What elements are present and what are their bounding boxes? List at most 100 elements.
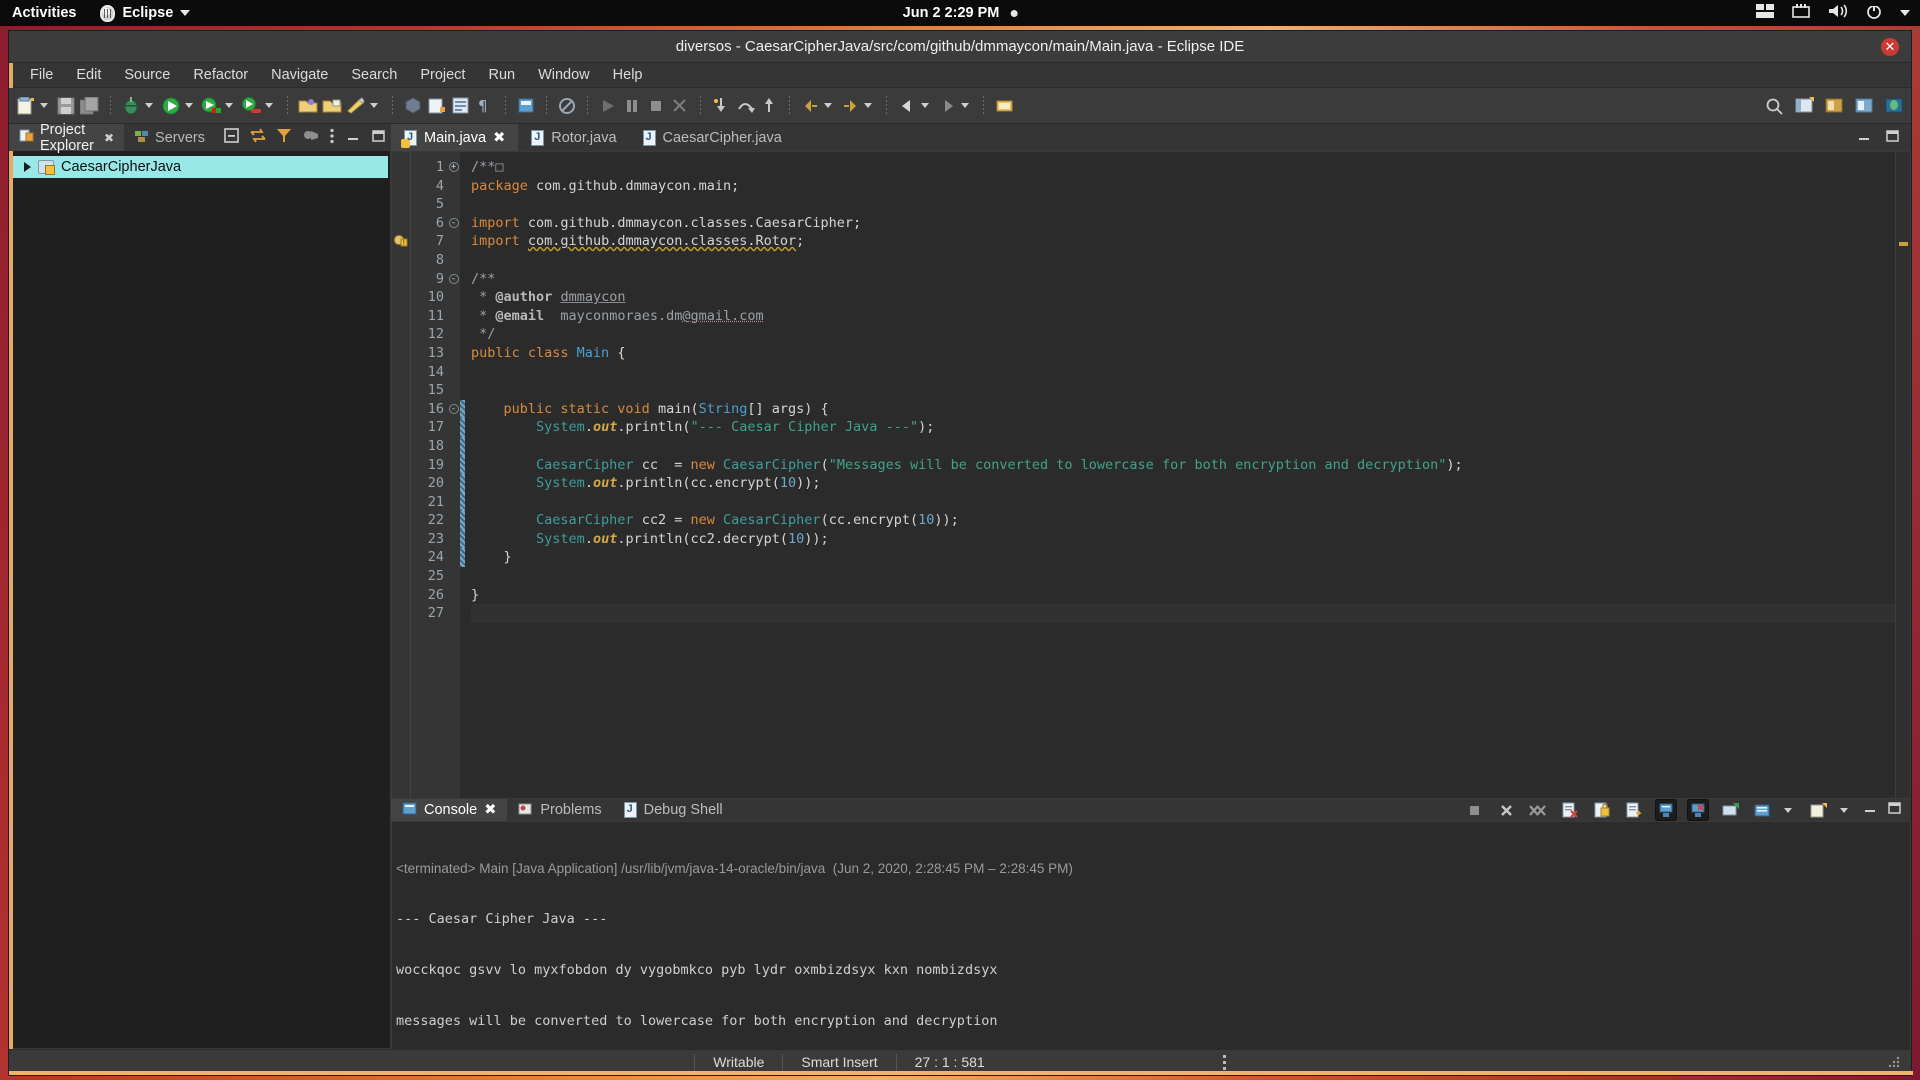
code-line[interactable]: */ — [471, 325, 1895, 344]
open-perspective-icon[interactable] — [1793, 95, 1815, 117]
view-filter-icon[interactable] — [277, 128, 291, 147]
open-console-icon[interactable] — [1807, 799, 1829, 821]
keyboard-layout-icon[interactable] — [1756, 4, 1774, 22]
minimize-icon[interactable] — [1857, 129, 1871, 147]
debug-icon[interactable] — [120, 95, 142, 117]
warning-icon[interactable]: ! — [394, 234, 408, 248]
external-tools-dropdown-icon[interactable] — [265, 103, 273, 108]
suspend-icon[interactable] — [621, 95, 643, 117]
tab-debug-shell[interactable]: Debug Shell — [613, 799, 734, 821]
show-console-on-error-icon[interactable] — [1687, 799, 1709, 821]
warning-marker-icon[interactable] — [1899, 242, 1908, 246]
code-line[interactable]: CaesarCipher cc = new CaesarCipher("Mess… — [471, 456, 1895, 475]
close-icon[interactable]: ✖ — [484, 802, 496, 818]
close-icon[interactable]: ✖ — [104, 131, 114, 145]
open-console-dropdown-icon[interactable] — [1840, 808, 1848, 813]
maximize-icon[interactable] — [371, 129, 385, 147]
external-tools-icon[interactable] — [240, 95, 262, 117]
tab-rotor-java[interactable]: Rotor.java — [518, 124, 629, 151]
new-java-project-icon[interactable] — [402, 95, 424, 117]
skip-breakpoints-icon[interactable] — [345, 95, 367, 117]
word-wrap-icon[interactable] — [1623, 799, 1645, 821]
tab-main-java[interactable]: Main.java ✖ — [391, 124, 518, 151]
fold-collapse-icon[interactable]: - — [447, 214, 460, 233]
coverage-icon[interactable] — [200, 95, 222, 117]
expand-arrow-icon[interactable] — [24, 162, 31, 172]
code-line[interactable]: import com.github.dmmaycon.classes.Caesa… — [471, 214, 1895, 233]
display-selected-console-icon[interactable] — [1751, 799, 1773, 821]
network-wired-icon[interactable] — [1792, 4, 1810, 23]
menu-item-help[interactable]: Help — [602, 64, 654, 86]
maximize-icon[interactable] — [1887, 801, 1901, 819]
menu-item-source[interactable]: Source — [113, 64, 181, 86]
power-icon[interactable] — [1866, 3, 1882, 23]
tab-caesarcipher-java[interactable]: CaesarCipher.java — [630, 124, 795, 151]
back-icon[interactable] — [896, 95, 918, 117]
fold-collapse-icon[interactable]: - — [447, 270, 460, 289]
menu-item-file[interactable]: File — [19, 64, 64, 86]
project-tree[interactable]: CaesarCipherJava — [9, 151, 391, 1049]
coverage-dropdown-icon[interactable] — [225, 103, 233, 108]
code-line[interactable]: System.out.println(cc2.decrypt(10)); — [471, 530, 1895, 549]
menu-item-refactor[interactable]: Refactor — [182, 64, 259, 86]
code-line[interactable]: } — [471, 548, 1895, 567]
collapse-all-icon[interactable] — [224, 128, 239, 147]
volume-icon[interactable] — [1828, 3, 1848, 23]
code-line[interactable] — [471, 493, 1895, 512]
app-menu-button[interactable]: Eclipse — [90, 5, 200, 22]
resume-icon[interactable] — [597, 95, 619, 117]
java-perspective-icon[interactable] — [1823, 95, 1845, 117]
fold-expand-icon[interactable]: + — [447, 158, 460, 177]
forward-dropdown-icon[interactable] — [961, 103, 969, 108]
skip-dropdown-icon[interactable] — [370, 103, 378, 108]
resize-grip-icon[interactable] — [1888, 1055, 1901, 1071]
marker-annotation-ruler[interactable]: ! — [392, 152, 411, 798]
menu-item-project[interactable]: Project — [409, 64, 476, 86]
maximize-icon[interactable] — [1885, 129, 1899, 147]
menu-item-window[interactable]: Window — [527, 64, 601, 86]
fold-collapse-icon[interactable]: - — [447, 400, 460, 419]
code-line[interactable]: System.out.println(cc.encrypt(10)); — [471, 474, 1895, 493]
code-editor[interactable]: ! 14567891011121314151617181920212223242… — [391, 151, 1911, 799]
code-line[interactable]: public static void main(String[] args) { — [471, 400, 1895, 419]
menu-item-search[interactable]: Search — [340, 64, 408, 86]
view-menu-icon[interactable] — [329, 128, 335, 148]
link-with-editor-icon[interactable] — [250, 128, 266, 147]
code-line[interactable] — [471, 363, 1895, 382]
activities-button[interactable]: Activities — [0, 5, 90, 21]
code-line[interactable]: package com.github.dmmaycon.main; — [471, 177, 1895, 196]
next-annotation-dropdown-icon[interactable] — [864, 103, 872, 108]
code-line[interactable]: * @author dmmaycon — [471, 288, 1895, 307]
tab-servers[interactable]: Servers — [124, 124, 215, 151]
folding-ruler[interactable]: + - - - — [447, 152, 460, 798]
skip-all-breakpoints-icon[interactable] — [556, 95, 578, 117]
pin-editor-icon[interactable] — [515, 95, 537, 117]
tree-item-caesarcipherjava[interactable]: CaesarCipherJava — [12, 156, 388, 178]
open-type-icon[interactable] — [297, 95, 319, 117]
new-package-icon[interactable] — [426, 95, 448, 117]
remove-all-launches-icon[interactable] — [1527, 799, 1549, 821]
show-console-on-output-icon[interactable] — [1655, 799, 1677, 821]
next-annotation-icon[interactable] — [839, 95, 861, 117]
code-line[interactable]: } — [471, 586, 1895, 605]
tab-project-explorer[interactable]: Project Explorer ✖ — [9, 124, 124, 151]
toggle-whitespace-icon[interactable]: ¶ — [474, 95, 496, 117]
step-over-icon[interactable] — [734, 95, 756, 117]
display-dropdown-icon[interactable] — [1784, 808, 1792, 813]
menu-item-navigate[interactable]: Navigate — [260, 64, 339, 86]
java-ee-perspective-icon[interactable] — [1853, 95, 1875, 117]
code-line[interactable]: * @email mayconmoraes.dm@gmail.com — [471, 307, 1895, 326]
new-dropdown-icon[interactable] — [40, 103, 48, 108]
code-line[interactable] — [471, 604, 1895, 623]
previous-annotation-icon[interactable] — [799, 95, 821, 117]
menu-item-run[interactable]: Run — [477, 64, 526, 86]
code-line[interactable]: CaesarCipher cc2 = new CaesarCipher(cc.e… — [471, 511, 1895, 530]
code-line[interactable] — [471, 251, 1895, 270]
disconnect-icon[interactable] — [669, 95, 691, 117]
code-line[interactable]: import com.github.dmmaycon.classes.Rotor… — [471, 232, 1895, 251]
code-line[interactable]: System.out.println("--- Caesar Cipher Ja… — [471, 418, 1895, 437]
close-icon[interactable]: ✕ — [1881, 38, 1899, 56]
status-drag-handle-icon[interactable] — [1223, 1055, 1226, 1070]
step-return-icon[interactable] — [758, 95, 780, 117]
save-all-icon[interactable] — [79, 95, 101, 117]
